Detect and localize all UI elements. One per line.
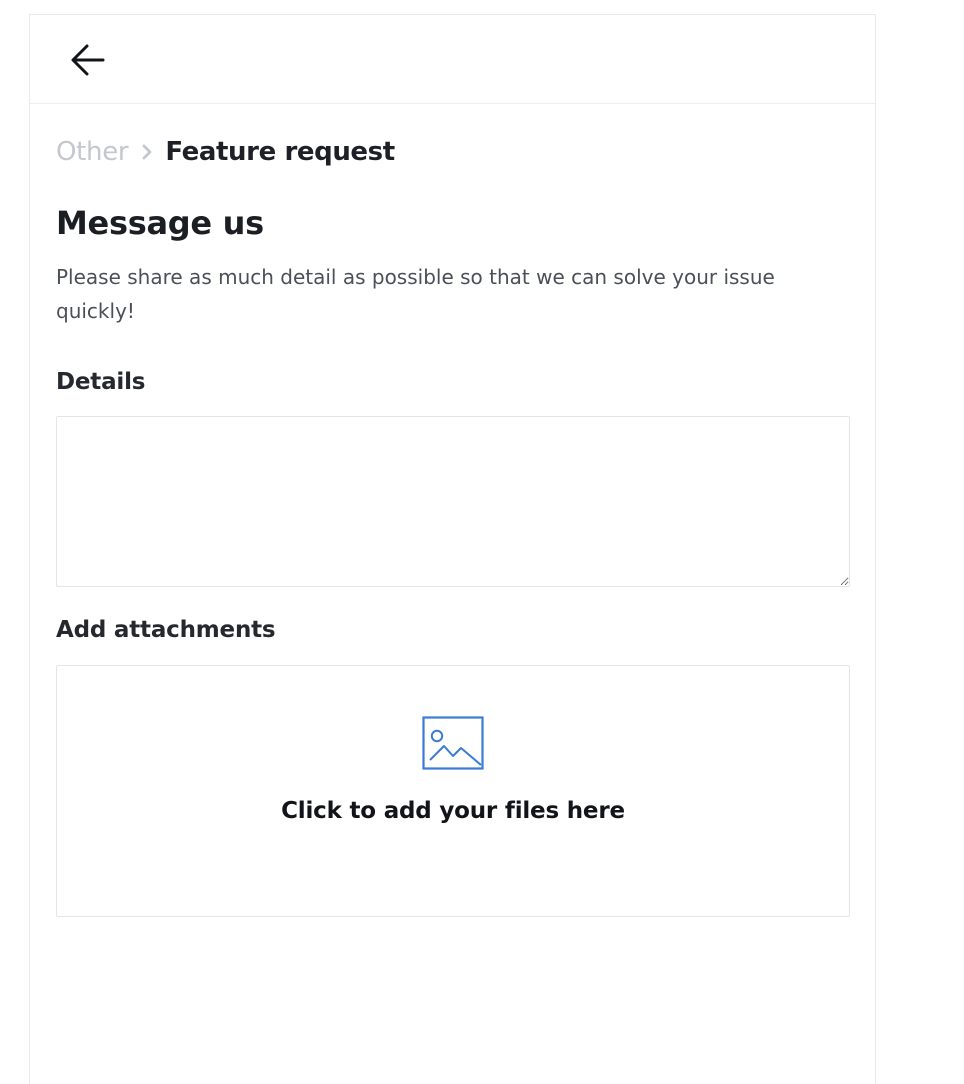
breadcrumb: Other Feature request	[56, 134, 849, 170]
page-description: Please share as much detail as possible …	[56, 265, 775, 323]
details-label: Details	[56, 369, 146, 395]
page-title: Message us	[56, 204, 264, 242]
message-panel: Other Feature request Message us Please …	[29, 14, 876, 1084]
attachment-dropzone[interactable]: Click to add your files here	[56, 665, 850, 917]
image-icon	[422, 716, 484, 770]
breadcrumb-current: Feature request	[165, 137, 395, 167]
breadcrumb-parent-link[interactable]: Other	[56, 134, 129, 170]
back-button[interactable]	[68, 42, 108, 78]
chevron-right-icon	[141, 144, 153, 160]
attachments-label: Add attachments	[56, 617, 276, 643]
details-textarea[interactable]	[56, 416, 850, 587]
panel-content: Other Feature request Message us Please …	[30, 134, 875, 917]
dropzone-prompt: Click to add your files here	[281, 798, 625, 824]
panel-header	[30, 15, 875, 104]
arrow-left-icon	[71, 44, 105, 76]
